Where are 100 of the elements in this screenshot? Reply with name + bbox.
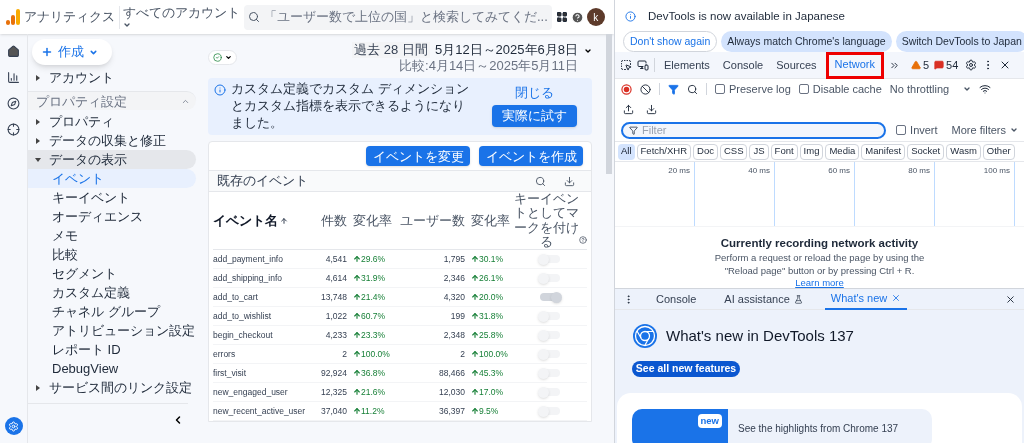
nav-item[interactable]: レポート ID xyxy=(28,340,196,359)
create-button[interactable]: 作成 xyxy=(32,39,112,65)
event-name: add_shipping_info xyxy=(213,271,282,285)
status-chip[interactable] xyxy=(208,50,237,65)
toggle-switch[interactable] xyxy=(540,312,560,320)
column-header[interactable]: ユーザー数 xyxy=(400,210,465,231)
toggle-switch[interactable] xyxy=(540,293,560,301)
settings-icon[interactable] xyxy=(965,59,978,71)
account-selector[interactable]: すべてのアカウント xyxy=(119,5,240,29)
notice-button[interactable]: Switch DevTools to Japan xyxy=(895,31,1024,53)
apps-icon[interactable] xyxy=(555,11,568,23)
panel-tab[interactable]: Elements xyxy=(660,51,714,79)
dropdown-icon[interactable] xyxy=(584,47,592,55)
column-header[interactable]: 変化率 xyxy=(471,210,510,231)
learn-more-link[interactable]: Learn more xyxy=(795,276,844,288)
nav-group[interactable]: サービス間のリンク設定 xyxy=(28,378,196,397)
table-action-button[interactable]: イベントを作成 xyxy=(479,146,583,166)
panel-tab[interactable]: Console xyxy=(718,51,768,79)
nav-item[interactable]: キーイベント xyxy=(28,188,196,207)
drawer-tab[interactable]: AI assistance xyxy=(718,288,809,310)
column-header[interactable]: 変化率 xyxy=(353,210,392,231)
clear-icon[interactable] xyxy=(640,83,651,95)
type-filter-chip[interactable]: Img xyxy=(799,143,824,160)
highlight-item[interactable]: new See the highlights from Chrome 137 xyxy=(632,408,932,443)
close-icon[interactable] xyxy=(1005,293,1016,305)
toggle-switch[interactable] xyxy=(540,369,560,377)
drawer-tab[interactable]: What's new xyxy=(824,288,908,310)
table-action-button[interactable]: イベントを変更 xyxy=(366,146,470,166)
download-icon[interactable] xyxy=(564,175,575,187)
column-header[interactable]: 件数 xyxy=(321,210,347,231)
nav-group[interactable]: プロパティ xyxy=(28,112,196,131)
toggle-switch[interactable] xyxy=(540,407,560,415)
type-filter-chip[interactable]: Socket xyxy=(907,143,945,160)
toggle-switch[interactable] xyxy=(540,331,560,339)
nav-item[interactable]: メモ xyxy=(28,226,196,245)
avatar[interactable]: k xyxy=(586,8,605,26)
event-name: add_to_cart xyxy=(213,290,258,304)
record-icon[interactable] xyxy=(621,83,632,95)
search-field[interactable]: 「ユーザー数で上位の国」と検索してみてくだ... xyxy=(244,4,552,30)
settings-icon[interactable] xyxy=(4,417,23,435)
date-range[interactable]: 5月12日～2025年6月8日 xyxy=(434,42,578,58)
see-features-button[interactable]: See all new features xyxy=(632,361,740,377)
reports-icon[interactable] xyxy=(7,71,20,84)
nav-item[interactable]: セグメント xyxy=(28,264,196,283)
inspect-icon[interactable] xyxy=(620,59,632,71)
toggle-switch[interactable] xyxy=(540,274,560,282)
device-toolbar-icon[interactable] xyxy=(637,59,649,71)
try-button[interactable]: 実際に試す xyxy=(492,105,577,127)
type-filter-chip[interactable]: Media xyxy=(825,143,860,160)
scrollbar[interactable] xyxy=(606,34,612,174)
help-icon[interactable] xyxy=(579,236,587,244)
checkbox[interactable] xyxy=(896,125,907,135)
type-filter-chip[interactable]: JS xyxy=(749,143,769,160)
advertising-icon[interactable] xyxy=(7,123,20,136)
download-icon[interactable] xyxy=(646,103,657,115)
type-filter-chip[interactable]: Other xyxy=(982,143,1015,160)
filter-icon[interactable] xyxy=(668,83,679,95)
home-icon[interactable] xyxy=(7,45,20,58)
explore-icon[interactable] xyxy=(7,97,20,110)
type-filter-chip[interactable]: Fetch/XHR xyxy=(636,143,692,160)
type-filter-chip[interactable]: Manifest xyxy=(861,143,906,160)
throttling-select[interactable]: No throttling xyxy=(889,80,972,98)
close-link[interactable]: 閉じる xyxy=(515,86,554,99)
type-filter-chip[interactable]: Doc xyxy=(693,143,718,160)
nav-item[interactable]: 比較 xyxy=(28,245,196,264)
checkbox[interactable] xyxy=(715,84,725,94)
type-filter-chip[interactable]: Wasm xyxy=(946,143,981,160)
toggle-switch[interactable] xyxy=(540,255,560,263)
upload-icon[interactable] xyxy=(623,103,634,115)
checkbox[interactable] xyxy=(798,84,809,94)
count-cell: 2 xyxy=(342,347,347,361)
sort-arrow-icon[interactable] xyxy=(280,216,288,225)
toggle-switch[interactable] xyxy=(540,350,560,358)
notice-button[interactable]: Don't show again xyxy=(623,31,718,53)
panel-tab[interactable]: Network xyxy=(825,51,884,79)
nav-item[interactable]: オーディエンス xyxy=(28,207,196,226)
type-filter-chip[interactable]: Font xyxy=(770,143,798,160)
nav-item[interactable]: DebugView xyxy=(28,359,196,378)
nav-item[interactable]: カスタム定義 xyxy=(28,283,196,302)
error-icon[interactable] xyxy=(934,60,945,70)
type-filter-chip[interactable]: All xyxy=(618,143,635,160)
section-header[interactable]: プロパティ設定 xyxy=(28,91,196,110)
toggle-switch[interactable] xyxy=(540,388,560,396)
search-icon[interactable] xyxy=(535,175,546,187)
drawer-tab[interactable]: Console xyxy=(650,288,703,310)
notice-button[interactable]: Always match Chrome's language xyxy=(721,31,892,53)
more-filters-dropdown[interactable]: More filters xyxy=(951,121,1018,139)
nav-item[interactable]: イベント xyxy=(28,169,196,188)
nav-group[interactable]: アカウント xyxy=(28,68,196,87)
nav-item[interactable]: アトリビューション設定 xyxy=(28,321,196,340)
nav-group[interactable]: データの表示 xyxy=(28,150,196,169)
warning-icon[interactable] xyxy=(910,60,921,70)
nav-item[interactable]: チャネル グループ xyxy=(28,302,196,321)
column-header[interactable]: イベント名 xyxy=(213,210,278,231)
search-icon[interactable] xyxy=(687,83,698,95)
network-conditions-icon[interactable] xyxy=(979,83,992,95)
panel-tab[interactable]: Sources xyxy=(772,51,821,79)
nav-group[interactable]: データの収集と修正 xyxy=(28,131,196,150)
type-filter-chip[interactable]: CSS xyxy=(719,143,748,160)
warning-count: 5 xyxy=(922,57,930,73)
